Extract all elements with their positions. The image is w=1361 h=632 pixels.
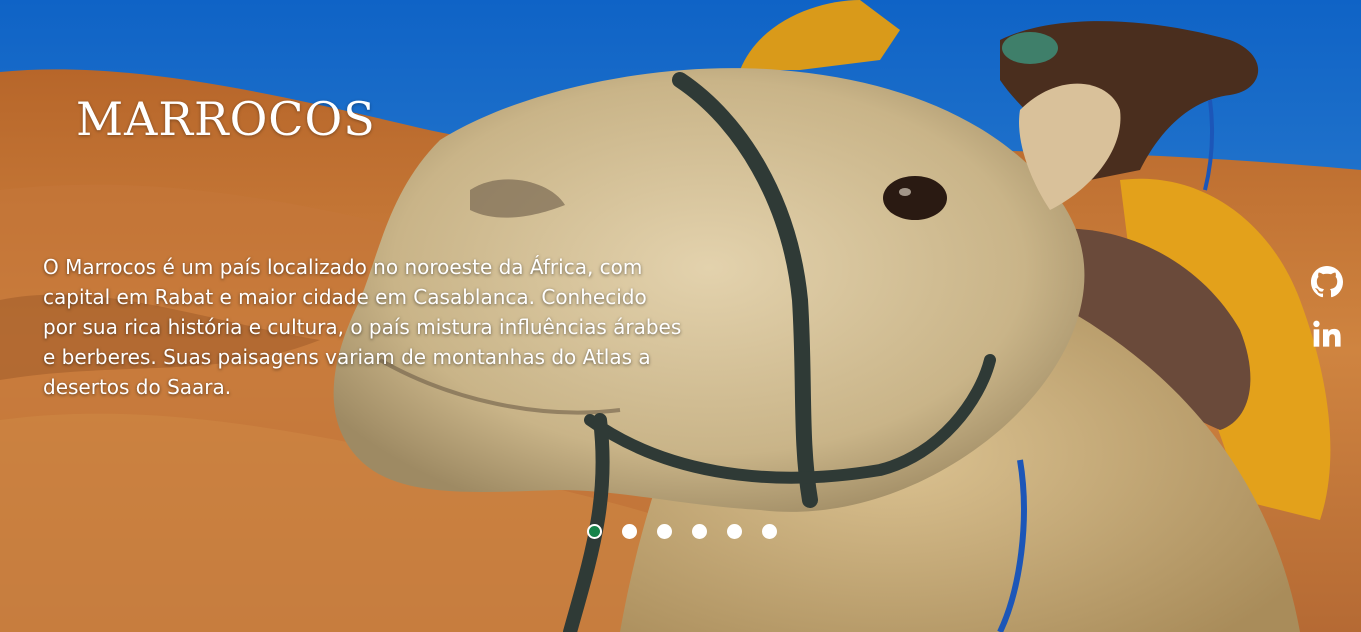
github-icon [1311,266,1343,298]
country-description: O Marrocos é um país localizado no noroe… [43,255,682,399]
carousel-dot-2[interactable] [622,524,637,539]
page-title: MARROCOS [76,92,376,146]
carousel-dot-3[interactable] [657,524,672,539]
hero-section: MARROCOS O Marrocos é um país localizado… [0,0,1361,632]
carousel-dot-4[interactable] [692,524,707,539]
social-links [1311,266,1343,350]
carousel-dot-6[interactable] [762,524,777,539]
carousel-pagination [587,524,777,539]
linkedin-link[interactable] [1311,318,1343,350]
carousel-dot-5[interactable] [727,524,742,539]
github-link[interactable] [1311,266,1343,298]
linkedin-icon [1313,320,1341,347]
carousel-dot-1[interactable] [587,524,602,539]
